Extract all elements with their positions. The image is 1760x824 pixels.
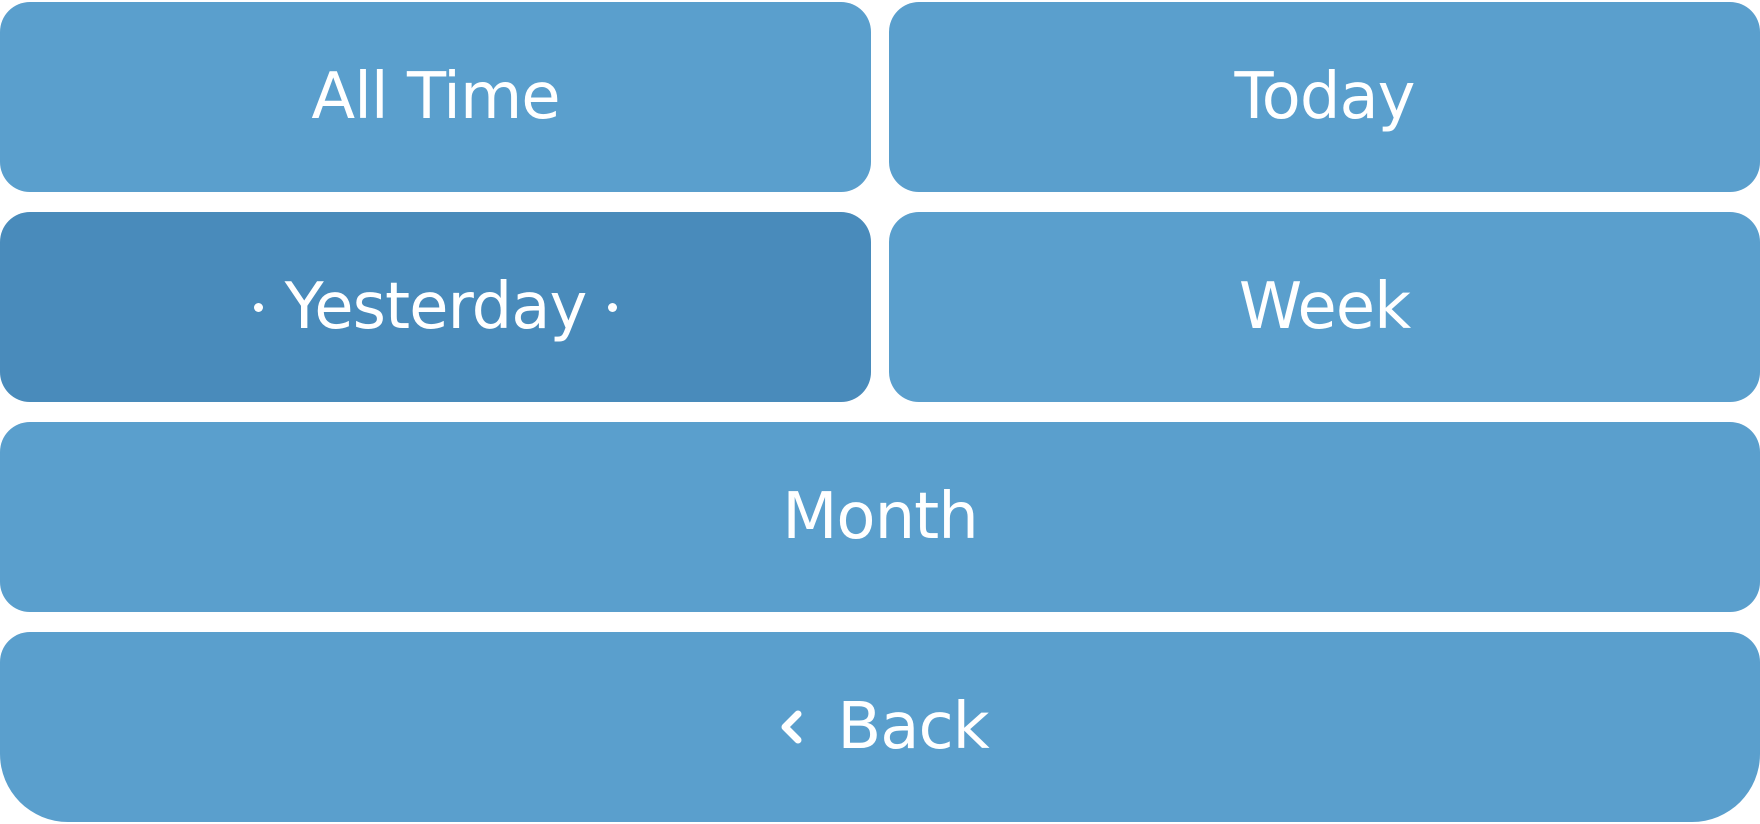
month-button[interactable]: Month [0, 422, 1760, 612]
yesterday-button[interactable]: Yesterday [0, 212, 871, 402]
back-label: Back [837, 690, 989, 764]
week-label: Week [1238, 270, 1411, 344]
today-label: Today [1234, 60, 1415, 134]
week-button[interactable]: Week [889, 212, 1760, 402]
today-button[interactable]: Today [889, 2, 1760, 192]
month-label: Month [782, 480, 979, 554]
all-time-button[interactable]: All Time [0, 2, 871, 192]
back-button[interactable]: Back [0, 632, 1760, 822]
selection-dot-left-icon [253, 302, 263, 312]
all-time-label: All Time [311, 60, 560, 134]
chevron-left-icon [781, 710, 802, 744]
yesterday-label: Yesterday [284, 270, 588, 344]
selection-dot-right-icon [608, 302, 618, 312]
